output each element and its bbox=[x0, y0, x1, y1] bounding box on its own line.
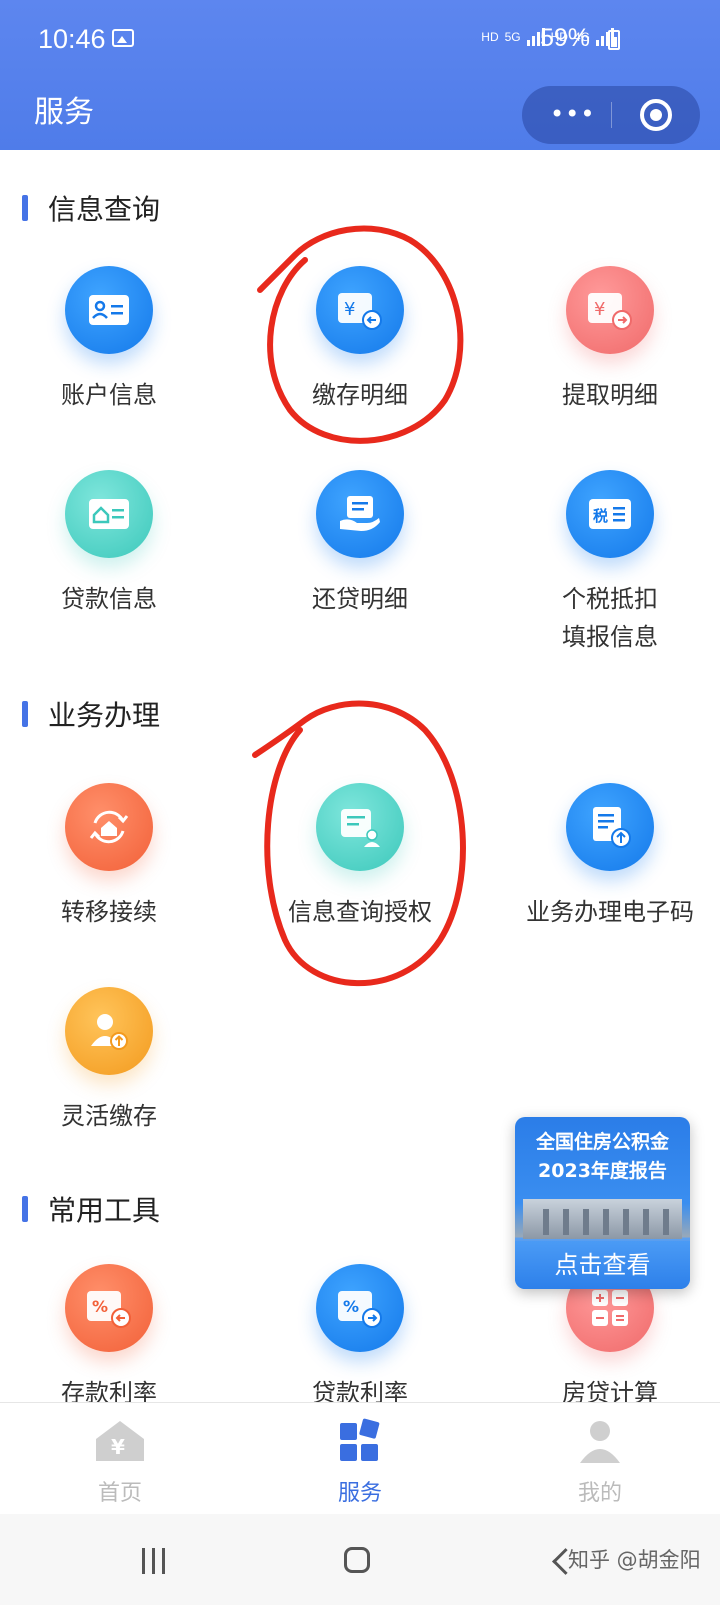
tab-label: 首页 bbox=[97, 1481, 142, 1506]
miniapp-capsule: ••• bbox=[522, 86, 700, 144]
svg-text:¥: ¥ bbox=[594, 299, 605, 320]
system-nav-bar: 知乎 @胡金阳 bbox=[0, 1514, 720, 1605]
grid-item-tax-deduction[interactable]: 税 个税抵扣 填报信息 bbox=[510, 470, 710, 656]
section-title-text: 常用工具 bbox=[48, 1194, 161, 1227]
grid-item-label: 个税抵扣 填报信息 bbox=[510, 580, 710, 656]
home-button-icon[interactable] bbox=[344, 1547, 370, 1573]
grid-item-label: 账户信息 bbox=[61, 381, 157, 409]
section-title-business: 业务办理 bbox=[22, 694, 160, 734]
grid-item-label: 贷款信息 bbox=[61, 585, 157, 613]
promo-cta-button[interactable]: 点击查看 bbox=[515, 1241, 690, 1289]
tab-service[interactable]: 服务 bbox=[300, 1417, 420, 1507]
section-accent-bar bbox=[22, 701, 28, 727]
grid-item-label: 转移接续 bbox=[61, 898, 157, 926]
grid-item-label: 缴存明细 bbox=[312, 381, 408, 409]
grid-item-label: 信息查询授权 bbox=[288, 898, 432, 926]
grid-item-withdraw-detail[interactable]: ¥ 提取明细 bbox=[510, 266, 710, 414]
section-title-text: 信息查询 bbox=[48, 193, 161, 226]
tax-icon: 税 bbox=[566, 470, 654, 558]
building-image bbox=[523, 1199, 682, 1239]
section-title-tools: 常用工具 bbox=[22, 1189, 160, 1229]
gallery-icon bbox=[112, 29, 134, 47]
grid-item-label-line1: 个税抵扣 bbox=[562, 585, 658, 613]
section-accent-bar bbox=[22, 1196, 28, 1222]
svg-text:%: % bbox=[343, 1297, 359, 1316]
tab-label: 我的 bbox=[577, 1481, 622, 1506]
section-title-text: 业务办理 bbox=[48, 699, 161, 732]
hand-doc-icon bbox=[316, 470, 404, 558]
more-dots-icon[interactable]: ••• bbox=[550, 102, 595, 126]
watermark: 知乎 @胡金阳 bbox=[568, 1548, 701, 1572]
tab-mine[interactable]: 我的 bbox=[540, 1417, 660, 1507]
annual-report-promo-card[interactable]: 全国住房公积金 2023年度报告 点击查看 bbox=[515, 1117, 690, 1289]
capsule-divider bbox=[611, 102, 612, 128]
section-accent-bar bbox=[22, 195, 28, 221]
network-label: HD bbox=[481, 30, 499, 44]
home-yuan-icon: ¥ bbox=[96, 1421, 144, 1461]
user-upload-icon bbox=[65, 987, 153, 1075]
transfer-home-icon bbox=[65, 783, 153, 871]
grid-item-loan-rate[interactable]: % 贷款利率 bbox=[260, 1264, 460, 1412]
grid-item-loan-info[interactable]: 贷款信息 bbox=[9, 470, 209, 618]
service-grid-icon bbox=[340, 1418, 380, 1461]
promo-title-line2: 2023年度报告 bbox=[538, 1160, 667, 1182]
grid-item-flexible-deposit[interactable]: 灵活缴存 bbox=[9, 987, 209, 1135]
svg-text:%: % bbox=[92, 1297, 108, 1316]
target-close-icon[interactable] bbox=[640, 99, 672, 131]
battery-percent: 59% bbox=[539, 24, 590, 52]
bottom-tab-bar: ¥ 首页 服务 我的 bbox=[0, 1402, 720, 1515]
page-title: 服务 bbox=[34, 95, 94, 130]
grid-item-label: 灵活缴存 bbox=[61, 1102, 157, 1130]
house-card-icon bbox=[65, 470, 153, 558]
tab-label: 服务 bbox=[337, 1481, 382, 1506]
grid-item-transfer[interactable]: 转移接续 bbox=[9, 783, 209, 931]
grid-item-account-info[interactable]: 账户信息 bbox=[9, 266, 209, 414]
grid-item-query-authorization[interactable]: 信息查询授权 bbox=[260, 783, 460, 931]
grid-item-deposit-rate[interactable]: % 存款利率 bbox=[9, 1264, 209, 1412]
grid-item-label-line2: 填报信息 bbox=[562, 623, 658, 651]
doc-upload-icon bbox=[566, 783, 654, 871]
grid-item-label: 业务办理电子码 bbox=[526, 898, 694, 926]
section-title-info-query: 信息查询 bbox=[22, 188, 160, 228]
svg-text:¥: ¥ bbox=[111, 1435, 125, 1459]
grid-item-repay-detail[interactable]: 还贷明细 bbox=[260, 470, 460, 618]
id-card-icon bbox=[65, 266, 153, 354]
doc-user-icon bbox=[316, 783, 404, 871]
grid-item-deposit-detail[interactable]: ¥ 缴存明细 bbox=[260, 266, 460, 414]
grid-item-business-ecode[interactable]: 业务办理电子码 bbox=[510, 783, 710, 931]
status-time: 10:46 bbox=[38, 24, 106, 54]
percent-in-icon: % bbox=[65, 1264, 153, 1352]
svg-text:税: 税 bbox=[593, 507, 608, 525]
app-header: 10:46 HD 5G HD 4G 59% 服务 ••• bbox=[0, 0, 720, 150]
user-profile-icon bbox=[580, 1421, 620, 1463]
battery-icon bbox=[608, 30, 620, 50]
grid-item-label: 提取明细 bbox=[562, 381, 658, 409]
percent-out-icon: % bbox=[316, 1264, 404, 1352]
tab-home[interactable]: ¥ 首页 bbox=[60, 1417, 180, 1507]
promo-title-line1: 全国住房公积金 bbox=[535, 1131, 669, 1153]
grid-item-label: 还贷明细 bbox=[312, 585, 408, 613]
yuan-doc-in-icon: ¥ bbox=[316, 266, 404, 354]
yuan-doc-out-icon: ¥ bbox=[566, 266, 654, 354]
recent-apps-icon[interactable] bbox=[142, 1548, 165, 1574]
svg-text:¥: ¥ bbox=[344, 299, 355, 320]
network-label: 5G bbox=[504, 30, 521, 44]
